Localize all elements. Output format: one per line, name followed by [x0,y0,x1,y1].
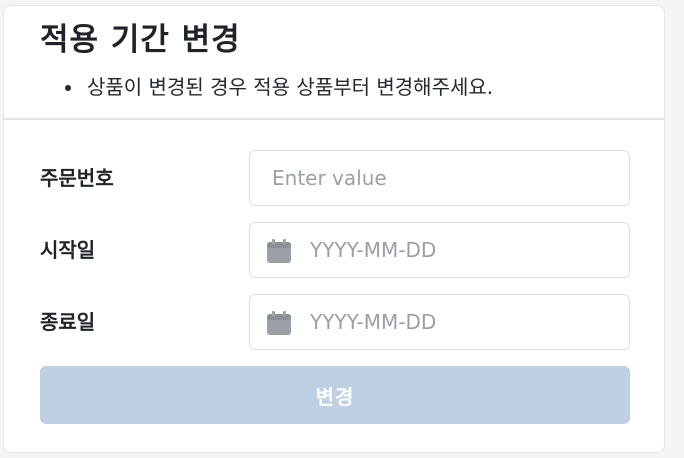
dialog-title: 적용 기간 변경 [40,22,241,58]
notice-item: 상품이 변경된 경우 적용 상품부터 변경해주세요. [65,72,664,102]
order-number-label: 주문번호 [40,166,114,190]
order-number-field [249,150,630,206]
start-date-row: 시작일 [4,222,664,278]
end-date-label: 종료일 [40,310,96,334]
end-date-input[interactable] [250,295,629,349]
notice-list: 상품이 변경된 경우 적용 상품부터 변경해주세요. [40,72,664,102]
order-number-row: 주문번호 [4,150,664,206]
end-date-row: 종료일 [4,294,664,350]
dialog-header: 적용 기간 변경 상품이 변경된 경우 적용 상품부터 변경해주세요. [4,6,664,120]
change-period-dialog: 적용 기간 변경 상품이 변경된 경우 적용 상품부터 변경해주세요. 주문번호… [3,5,665,453]
order-number-input[interactable] [250,151,629,205]
start-date-field [249,222,630,278]
end-date-field [249,294,630,350]
change-submit-button[interactable]: 변경 [40,366,630,424]
calendar-icon[interactable] [266,310,292,336]
period-form: 주문번호 시작일 종료일 [4,150,664,366]
start-date-label: 시작일 [40,238,96,262]
start-date-input[interactable] [250,223,629,277]
calendar-icon[interactable] [266,238,292,264]
